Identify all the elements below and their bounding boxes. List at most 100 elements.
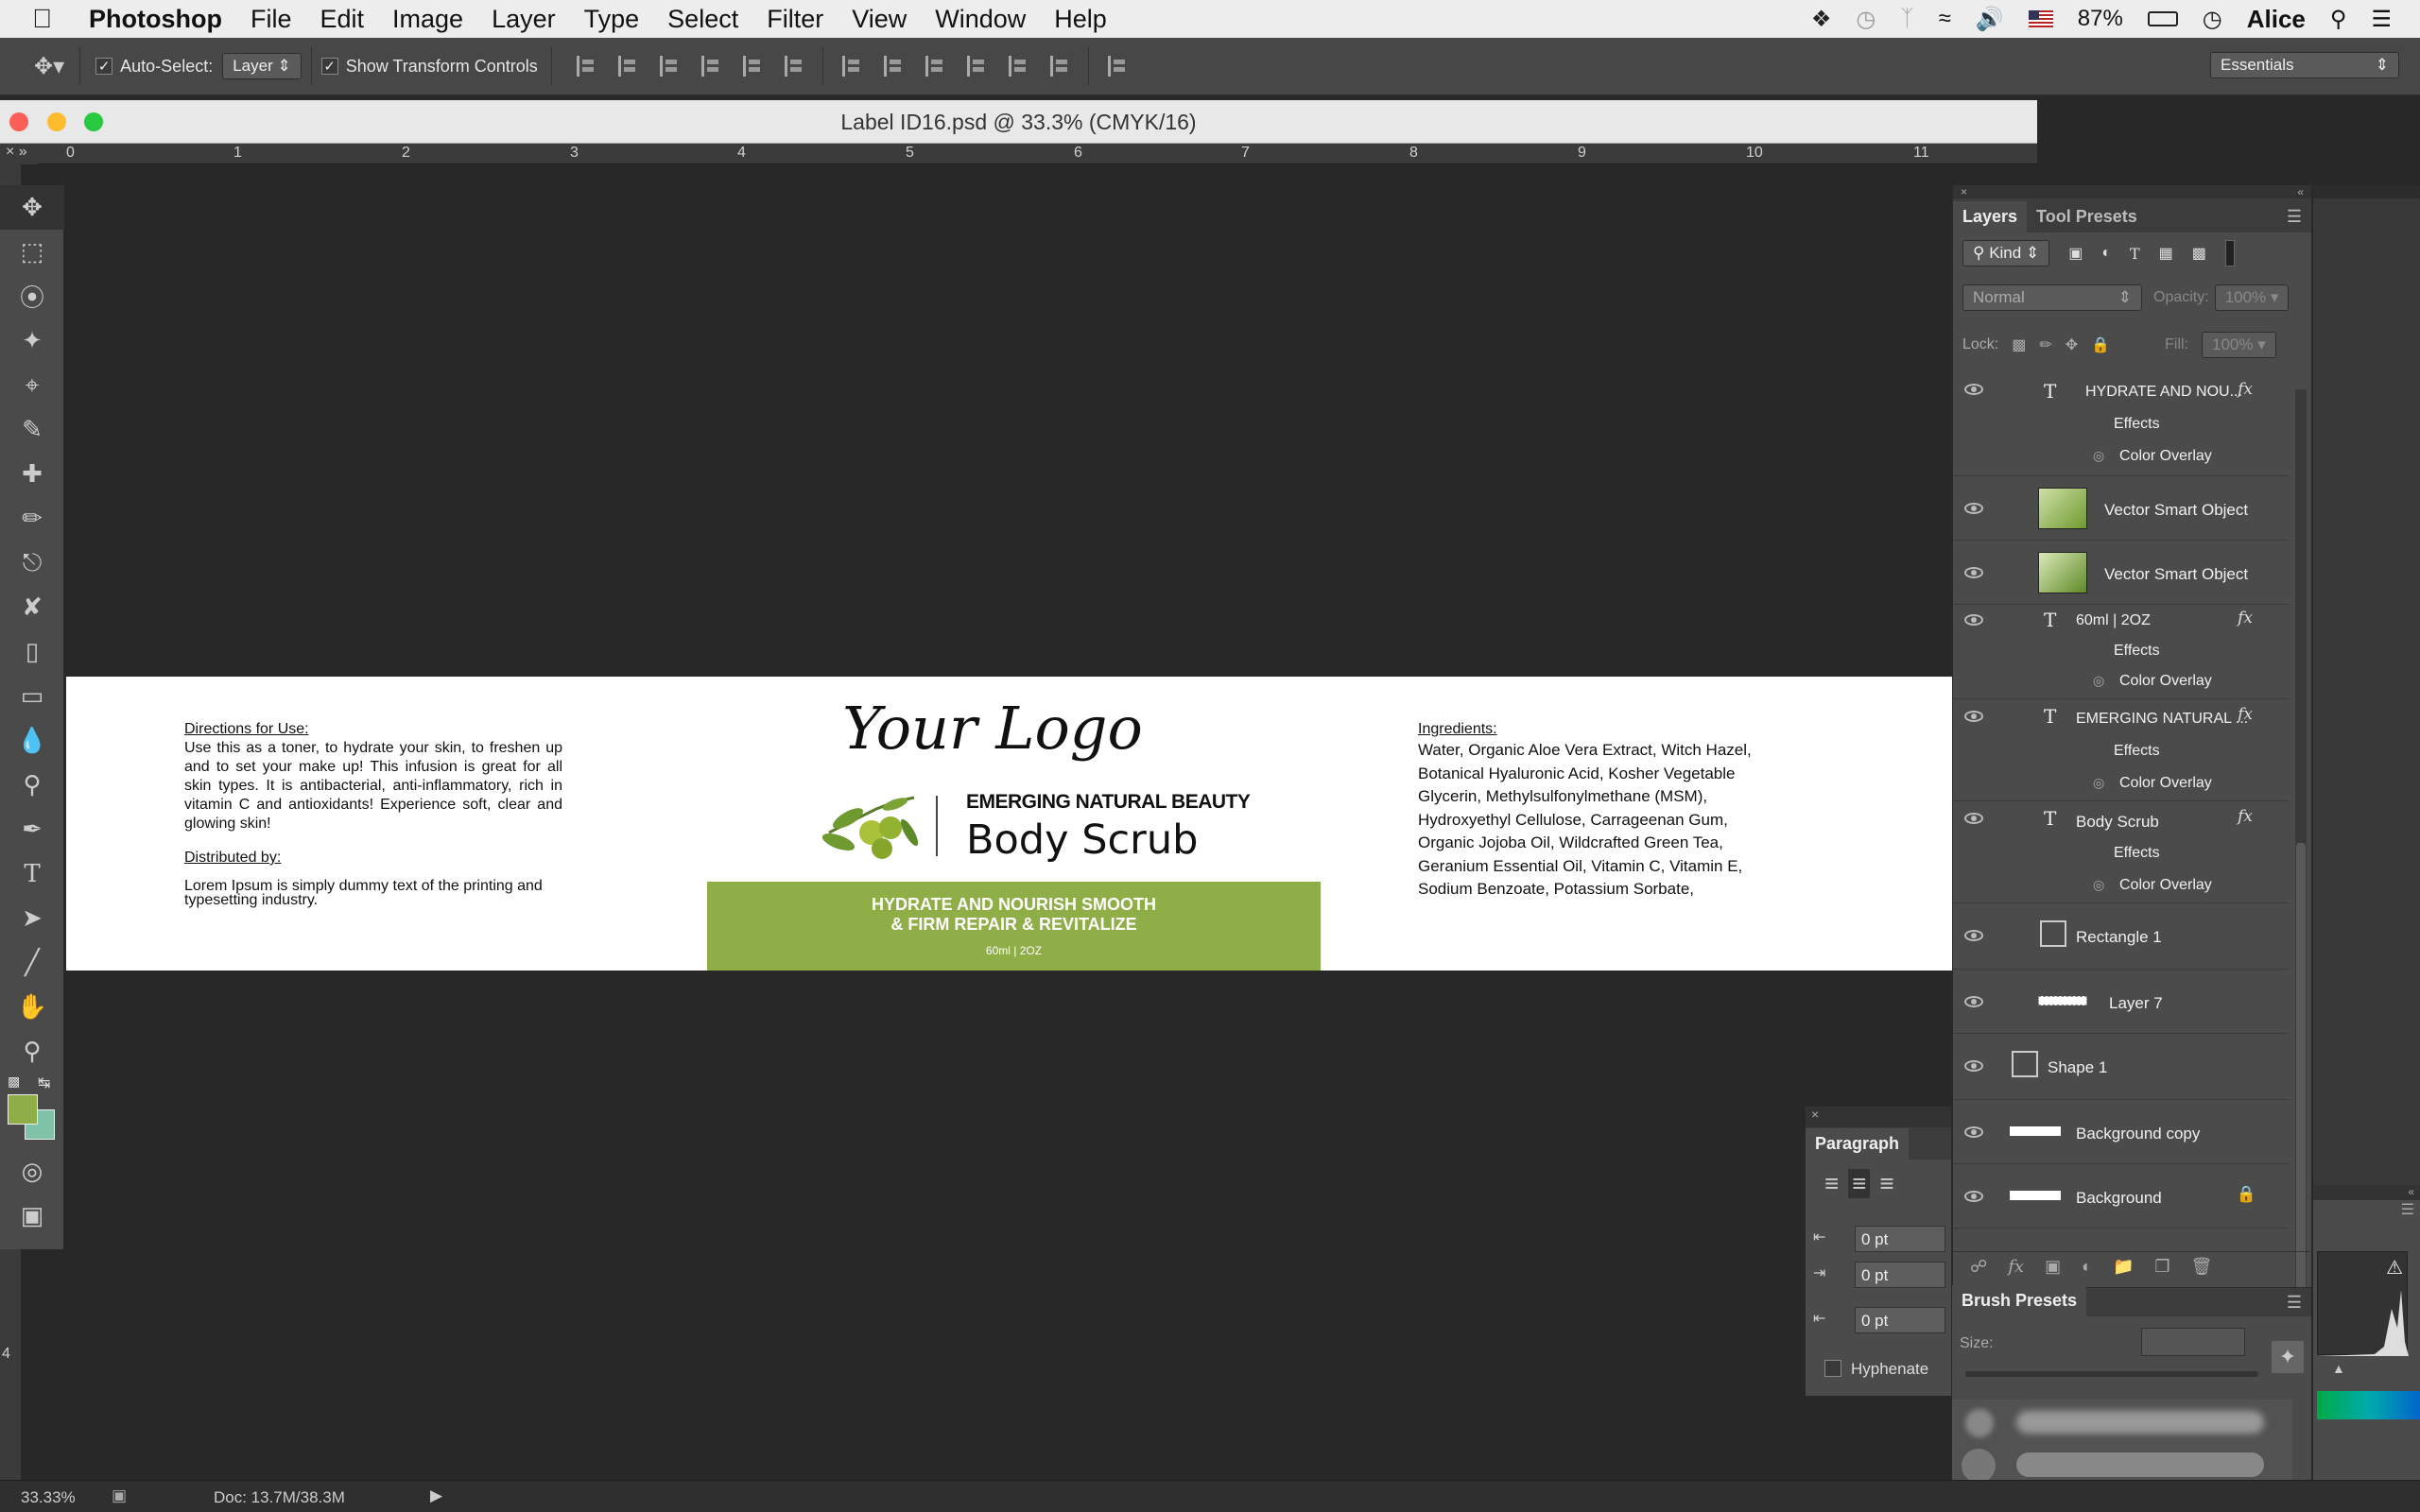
brush-stroke-soft[interactable] — [2016, 1411, 2264, 1434]
align-center-text-icon[interactable]: ≡ — [1848, 1169, 1871, 1198]
menu-image[interactable]: Image — [378, 5, 477, 34]
tab-layers[interactable]: Layers — [1953, 201, 2028, 232]
tab-paragraph[interactable]: Paragraph — [1806, 1128, 1910, 1160]
app-menu[interactable]: Photoshop — [75, 5, 236, 34]
dodge-tool-icon[interactable]: ⚲ — [0, 763, 64, 807]
move-tool-preset-icon[interactable]: ✥▾ — [34, 53, 64, 80]
battery-percent[interactable]: 87% — [2078, 6, 2123, 32]
horizontal-ruler[interactable]: 0 1 2 3 4 5 6 7 8 9 10 11 — [38, 144, 2037, 164]
brush-tip-soft[interactable] — [1965, 1409, 1994, 1437]
histogram-slider[interactable]: ▲ — [2332, 1361, 2345, 1376]
tab-brush-presets[interactable]: Brush Presets — [1952, 1285, 2087, 1316]
user-name[interactable]: Alice — [2247, 5, 2306, 34]
status-menu-arrow-icon[interactable]: ▶ — [430, 1486, 442, 1505]
wifi-icon[interactable]: ≈ — [1939, 6, 1951, 32]
add-mask-icon[interactable]: ▣ — [2045, 1257, 2061, 1277]
history-brush-tool-icon[interactable]: ✘ — [0, 585, 64, 629]
filter-pixel-icon[interactable]: ▣ — [2068, 244, 2083, 263]
visibility-eye-icon[interactable] — [1964, 813, 1983, 824]
menu-type[interactable]: Type — [570, 5, 654, 34]
size-slider[interactable] — [1965, 1371, 2258, 1377]
blur-tool-icon[interactable]: 💧 — [0, 718, 64, 763]
marquee-tool-icon[interactable]: ⬚ — [0, 230, 64, 274]
clone-stamp-tool-icon[interactable]: ⎋ — [0, 541, 64, 585]
dropbox-icon[interactable]: ❖ — [1811, 6, 1832, 33]
brush-tip-hard[interactable] — [1962, 1449, 1996, 1483]
auto-select-dropdown[interactable]: Layer ⇕ — [222, 53, 302, 79]
indent-left-field[interactable]: 0 pt — [1855, 1226, 1945, 1252]
layer-row[interactable]: T EMERGING NATURAL ... fx Effects ◎ Colo… — [1953, 699, 2289, 801]
paragraph-close-bar[interactable]: × — [1806, 1107, 1951, 1127]
doc-size[interactable]: Doc: 13.7M/38.3M — [214, 1488, 345, 1507]
align-right-icon[interactable] — [784, 56, 804, 77]
filter-smart-object-icon[interactable]: ▩ — [2192, 244, 2206, 263]
align-left-icon[interactable] — [700, 56, 720, 77]
menu-select[interactable]: Select — [653, 5, 752, 34]
layer-row[interactable]: Background copy — [1953, 1100, 2289, 1164]
brush-panel-menu-icon[interactable]: ☰ — [2277, 1289, 2311, 1316]
brush-preview-list[interactable] — [1952, 1400, 2292, 1483]
fx-icon[interactable]: fx — [2238, 807, 2253, 826]
brush-panel-toggle-icon[interactable]: ✦ — [2272, 1341, 2304, 1373]
path-selection-tool-icon[interactable]: ➤ — [0, 896, 64, 940]
new-layer-icon[interactable]: ❐ — [2154, 1257, 2169, 1277]
foreground-color-swatch[interactable] — [8, 1094, 38, 1125]
zoom-window-button[interactable] — [84, 112, 103, 131]
layer-row[interactable]: Vector Smart Object — [1953, 541, 2289, 605]
healing-brush-tool-icon[interactable]: ✚ — [0, 452, 64, 496]
link-layers-icon[interactable]: ☍ — [1970, 1257, 1987, 1277]
pen-tool-icon[interactable]: ✒ — [0, 807, 64, 851]
visibility-eye-icon[interactable] — [1964, 503, 1983, 514]
layer-row[interactable]: T 60ml | 2OZ fx Effects ◎ Color Overlay — [1953, 605, 2289, 699]
filter-kind-dropdown[interactable]: ⚲ Kind ⇕ — [1962, 240, 2050, 266]
swap-colors-icon[interactable]: ↹ — [38, 1074, 50, 1092]
histogram-menu-icon[interactable]: ☰ — [2313, 1200, 2420, 1219]
align-hcenter-icon[interactable] — [742, 56, 762, 77]
brush-stroke-hard[interactable] — [2016, 1452, 2264, 1477]
layer-row[interactable]: T Body Scrub fx Effects ◎ Color Overlay — [1953, 801, 2289, 903]
filter-toggle-icon[interactable] — [2224, 240, 2235, 266]
panel-menu-icon[interactable]: ☰ — [2277, 201, 2311, 232]
color-overlay-eye-icon[interactable]: ◎ — [2093, 877, 2104, 893]
layer-row[interactable]: T HYDRATE AND NOU... fx Effects ◎ Color … — [1953, 374, 2289, 476]
blend-mode-dropdown[interactable]: Normal ⇕ — [1962, 284, 2142, 311]
menu-file[interactable]: File — [236, 5, 306, 34]
delete-layer-icon[interactable]: 🗑 — [2191, 1257, 2213, 1277]
quick-mask-icon[interactable]: ◎ — [0, 1149, 64, 1194]
align-vcenter-icon[interactable] — [617, 56, 637, 77]
auto-align-icon[interactable] — [1107, 56, 1127, 77]
space-before-field[interactable]: 0 pt — [1855, 1307, 1945, 1333]
move-tool-icon[interactable]: ✥ — [0, 185, 64, 230]
lock-transparent-icon[interactable]: ▩ — [2012, 335, 2026, 354]
visibility-eye-icon[interactable] — [1964, 930, 1983, 941]
lock-all-icon[interactable]: 🔒 — [2091, 335, 2110, 354]
notification-center-icon[interactable]: ☰ — [2371, 6, 2392, 33]
opacity-field[interactable]: 100% ▾ — [2214, 284, 2290, 311]
layer-row[interactable]: Background 🔒 — [1953, 1164, 2289, 1228]
apple-menu-icon[interactable]:  — [0, 4, 75, 34]
visibility-eye-icon[interactable] — [1964, 996, 1983, 1007]
clock-icon[interactable]: ◷ — [2203, 6, 2222, 33]
visibility-eye-icon[interactable] — [1964, 384, 1983, 395]
distribute-right-icon[interactable] — [1049, 56, 1069, 77]
distribute-left-icon[interactable] — [966, 56, 986, 77]
new-adjustment-icon[interactable]: ◐ — [2082, 1257, 2092, 1277]
type-tool-icon[interactable]: T — [0, 851, 64, 896]
visibility-eye-icon[interactable] — [1964, 567, 1983, 578]
color-overlay-eye-icon[interactable]: ◎ — [2093, 448, 2104, 464]
align-bottom-icon[interactable] — [659, 56, 679, 77]
menu-layer[interactable]: Layer — [477, 5, 570, 34]
volume-icon[interactable]: 🔊 — [1976, 6, 2004, 33]
panel-collapse-bar[interactable]: × « — [1953, 185, 2311, 198]
color-overlay-eye-icon[interactable]: ◎ — [2093, 673, 2104, 689]
menu-window[interactable]: Window — [921, 5, 1040, 34]
auto-select-checkbox[interactable]: ✓ — [95, 58, 113, 75]
fx-icon[interactable]: fx — [2238, 609, 2253, 627]
menu-help[interactable]: Help — [1040, 5, 1121, 34]
battery-icon[interactable] — [2147, 11, 2178, 26]
eraser-tool-icon[interactable]: ▯ — [0, 629, 64, 674]
close-window-button[interactable] — [9, 112, 28, 131]
crop-tool-icon[interactable]: ⌖ — [0, 363, 64, 407]
filter-type-icon[interactable]: T — [2130, 245, 2140, 263]
transform-controls-checkbox[interactable]: ✓ — [320, 58, 338, 75]
